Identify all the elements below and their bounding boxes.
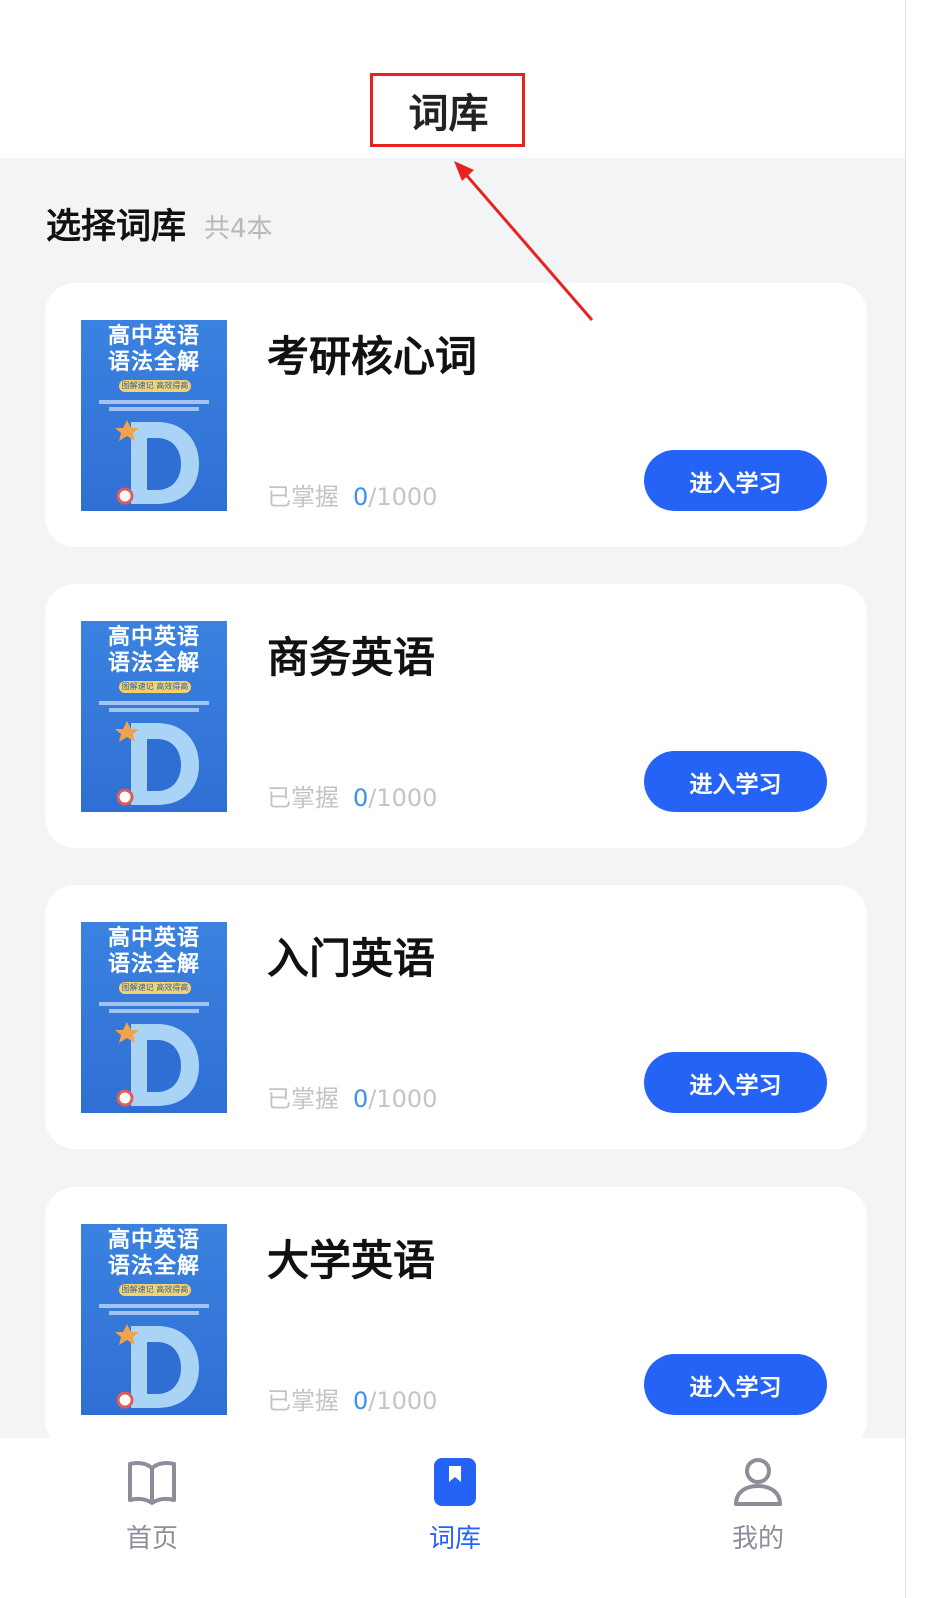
tab-label: 词库 xyxy=(428,1524,481,1554)
learned-count: 0 xyxy=(353,1085,369,1113)
progress-label: 已掌握 xyxy=(267,483,339,511)
page-title: 词库 xyxy=(408,91,489,137)
cover-title-line1: 高中英语 xyxy=(107,324,200,349)
cover-tag: 图解速记 高效得高分 xyxy=(119,380,191,392)
cover-tag: 图解速记 高效得高分 xyxy=(119,1284,191,1296)
book-card[interactable]: 高中英语 语法全解 图解速记 高效得高分 入门英语 已掌握 0/1000 进入学习 xyxy=(45,885,867,1149)
book-title: 大学英语 xyxy=(267,1236,436,1285)
section-title: 选择词库 xyxy=(46,207,187,247)
cover-title-line2: 语法全解 xyxy=(107,1254,200,1279)
cover-text-bar xyxy=(99,1304,209,1308)
tab-label: 我的 xyxy=(731,1524,784,1554)
bottom-tab-bar: 首页 词库 我的 xyxy=(0,1438,905,1598)
start-learning-button[interactable]: 进入学习 xyxy=(644,450,827,511)
book-cover: 高中英语 语法全解 图解速记 高效得高分 xyxy=(81,922,227,1113)
tab-wordbank[interactable]: 词库 xyxy=(355,1438,555,1568)
progress-label: 已掌握 xyxy=(267,1387,339,1415)
cover-title-line1: 高中英语 xyxy=(107,1228,200,1253)
tab-home[interactable]: 首页 xyxy=(52,1438,252,1568)
cover-title-line2: 语法全解 xyxy=(107,350,200,375)
book-card[interactable]: 高中英语 语法全解 图解速记 高效得高分 考研核心词 已掌握 0/1000 进入学… xyxy=(45,283,867,547)
header: 词库 xyxy=(0,0,905,158)
letter-d-graphic xyxy=(115,1022,199,1107)
cover-title-line2: 语法全解 xyxy=(107,952,200,977)
total-count: /1000 xyxy=(368,784,438,812)
learned-count: 0 xyxy=(353,784,369,812)
user-icon xyxy=(734,1458,782,1506)
start-learning-button[interactable]: 进入学习 xyxy=(644,1052,827,1113)
bookmark-icon xyxy=(434,1458,476,1506)
learned-count: 0 xyxy=(353,483,369,511)
start-learning-button[interactable]: 进入学习 xyxy=(644,1354,827,1415)
learned-count: 0 xyxy=(353,1387,369,1415)
progress-label: 已掌握 xyxy=(267,1085,339,1113)
tab-profile[interactable]: 我的 xyxy=(658,1438,858,1568)
book-count: 共4本 xyxy=(204,214,273,244)
cover-tag: 图解速记 高效得高分 xyxy=(119,681,191,693)
start-learning-button[interactable]: 进入学习 xyxy=(644,751,827,812)
app-screen: 词库 选择词库 共4本 高中英语 语法全解 图解速记 高效得高分 考研核心词 已… xyxy=(0,0,905,1598)
cover-text-bar xyxy=(109,708,199,712)
book-title: 考研核心词 xyxy=(267,332,478,381)
letter-d-graphic xyxy=(115,420,199,505)
cover-text-bar xyxy=(109,1311,199,1315)
total-count: /1000 xyxy=(368,1085,438,1113)
book-card[interactable]: 高中英语 语法全解 图解速记 高效得高分 大学英语 已掌握 0/1000 进入学习 xyxy=(45,1187,867,1451)
cover-title-line1: 高中英语 xyxy=(107,625,200,650)
cover-title-line1: 高中英语 xyxy=(107,926,200,951)
progress-text: 已掌握 0/1000 xyxy=(267,778,437,813)
book-card[interactable]: 高中英语 语法全解 图解速记 高效得高分 商务英语 已掌握 0/1000 进入学习 xyxy=(45,584,867,848)
cover-title-line2: 语法全解 xyxy=(107,651,200,676)
progress-text: 已掌握 0/1000 xyxy=(267,1381,437,1416)
cover-tag: 图解速记 高效得高分 xyxy=(119,982,191,994)
progress-label: 已掌握 xyxy=(267,784,339,812)
total-count: /1000 xyxy=(368,1387,438,1415)
cover-text-bar xyxy=(109,1009,199,1013)
total-count: /1000 xyxy=(368,483,438,511)
tab-label: 首页 xyxy=(125,1524,178,1554)
book-open-icon xyxy=(128,1461,176,1505)
window-edge xyxy=(905,0,930,1598)
cover-text-bar xyxy=(109,407,199,411)
letter-d-graphic xyxy=(115,721,199,806)
progress-text: 已掌握 0/1000 xyxy=(267,1079,437,1114)
progress-text: 已掌握 0/1000 xyxy=(267,477,437,512)
book-cover: 高中英语 语法全解 图解速记 高效得高分 xyxy=(81,621,227,812)
book-cover: 高中英语 语法全解 图解速记 高效得高分 xyxy=(81,320,227,511)
letter-d-graphic xyxy=(115,1324,199,1409)
cover-text-bar xyxy=(99,701,209,705)
book-cover: 高中英语 语法全解 图解速记 高效得高分 xyxy=(81,1224,227,1415)
book-title: 商务英语 xyxy=(267,633,436,682)
cover-text-bar xyxy=(99,1002,209,1006)
cover-text-bar xyxy=(99,400,209,404)
book-title: 入门英语 xyxy=(267,934,436,983)
